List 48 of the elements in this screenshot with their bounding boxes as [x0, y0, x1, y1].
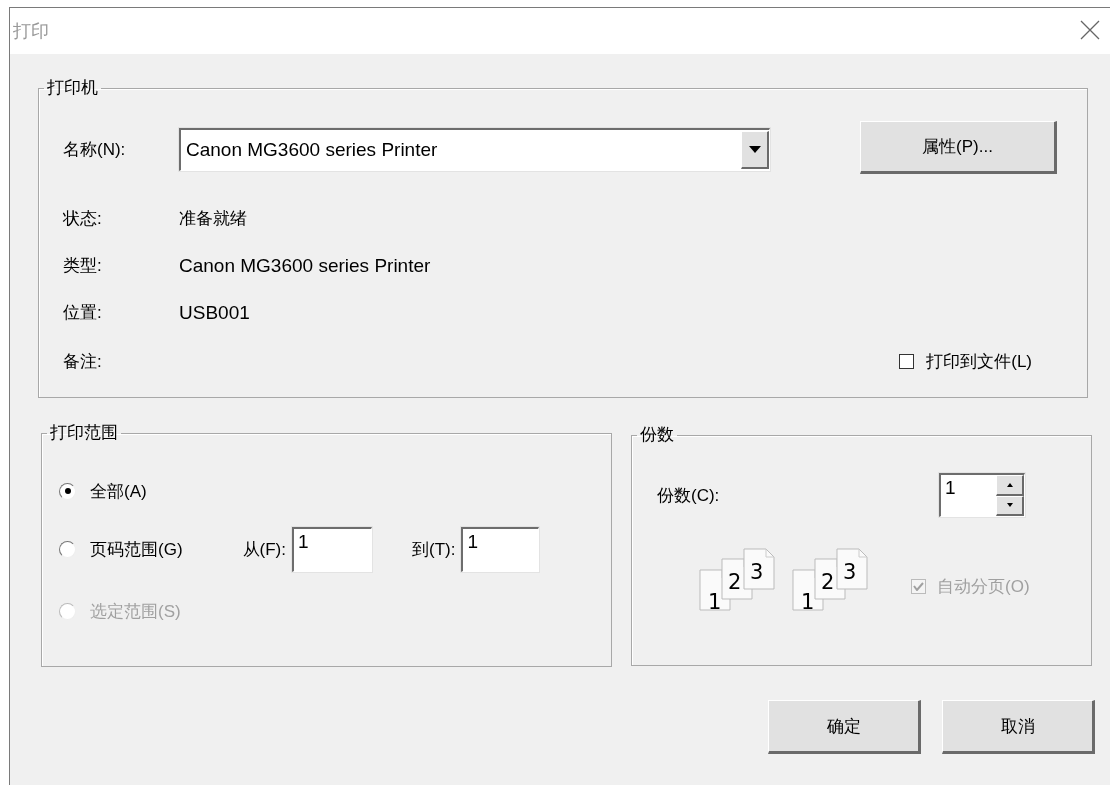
up-arrow-icon: [1006, 482, 1013, 487]
radio-label: 全部(A): [90, 480, 147, 503]
dropdown-value: Canon MG3600 series Printer: [185, 139, 438, 161]
info-value: USB001: [179, 301, 250, 324]
dialog-button[interactable]: 确定: [768, 700, 921, 754]
group-title: 打印机: [46, 77, 99, 99]
radio-label: 页码范围(G): [90, 538, 183, 561]
down-arrow-icon: [1006, 503, 1013, 508]
info-value: Canon MG3600 series Printer: [179, 254, 431, 277]
checkbox[interactable]: [899, 353, 915, 369]
page-number: 1: [801, 590, 815, 613]
caret-icon: [748, 146, 761, 153]
window-title: 打印: [13, 20, 49, 43]
close-icon: [1080, 20, 1100, 40]
page-stack-icon: [792, 548, 868, 611]
field-label: 从(F):: [242, 538, 286, 561]
page-number: 2: [728, 570, 742, 594]
dropdown-button[interactable]: [741, 131, 769, 169]
info-label: 备注:: [63, 350, 103, 373]
radio-label: 选定范围(S): [90, 600, 181, 623]
dialog-button[interactable]: 取消: [942, 700, 1095, 754]
close-button[interactable]: [1079, 20, 1101, 42]
group-title: 打印范围: [49, 422, 119, 444]
page-number: 3: [750, 560, 764, 584]
checkbox-label: 自动分页(O): [937, 575, 1030, 598]
page-number: 1: [708, 590, 722, 613]
info-label: 状态:: [63, 208, 103, 230]
group-title: 份数: [639, 424, 675, 446]
spinner-value: 1: [944, 476, 957, 500]
info-label: 类型:: [63, 255, 103, 277]
checkbox-label: 打印到文件(L): [926, 350, 1032, 373]
field-label: 名称(N):: [63, 139, 127, 161]
page-number: 2: [821, 570, 835, 594]
from-page-field[interactable]: 1: [292, 526, 372, 572]
radio-button[interactable]: [59, 540, 76, 558]
page-number: 3: [843, 560, 857, 584]
spin-down-button[interactable]: [996, 495, 1024, 516]
info-value: 准备就绪: [179, 208, 247, 230]
to-page-field[interactable]: 1: [461, 526, 540, 572]
radio-button[interactable]: [59, 482, 76, 500]
info-label: 位置:: [63, 302, 103, 324]
field-label: 到(T):: [412, 538, 456, 561]
copies-spinner[interactable]: 1: [939, 473, 1025, 517]
spin-up-button[interactable]: [996, 475, 1024, 496]
printer-dropdown[interactable]: Canon MG3600 series Printer: [179, 128, 770, 171]
page-stack-icon: [699, 548, 775, 611]
properties-button[interactable]: 属性(P)...: [860, 121, 1057, 174]
field-label: 份数(C):: [657, 484, 721, 507]
